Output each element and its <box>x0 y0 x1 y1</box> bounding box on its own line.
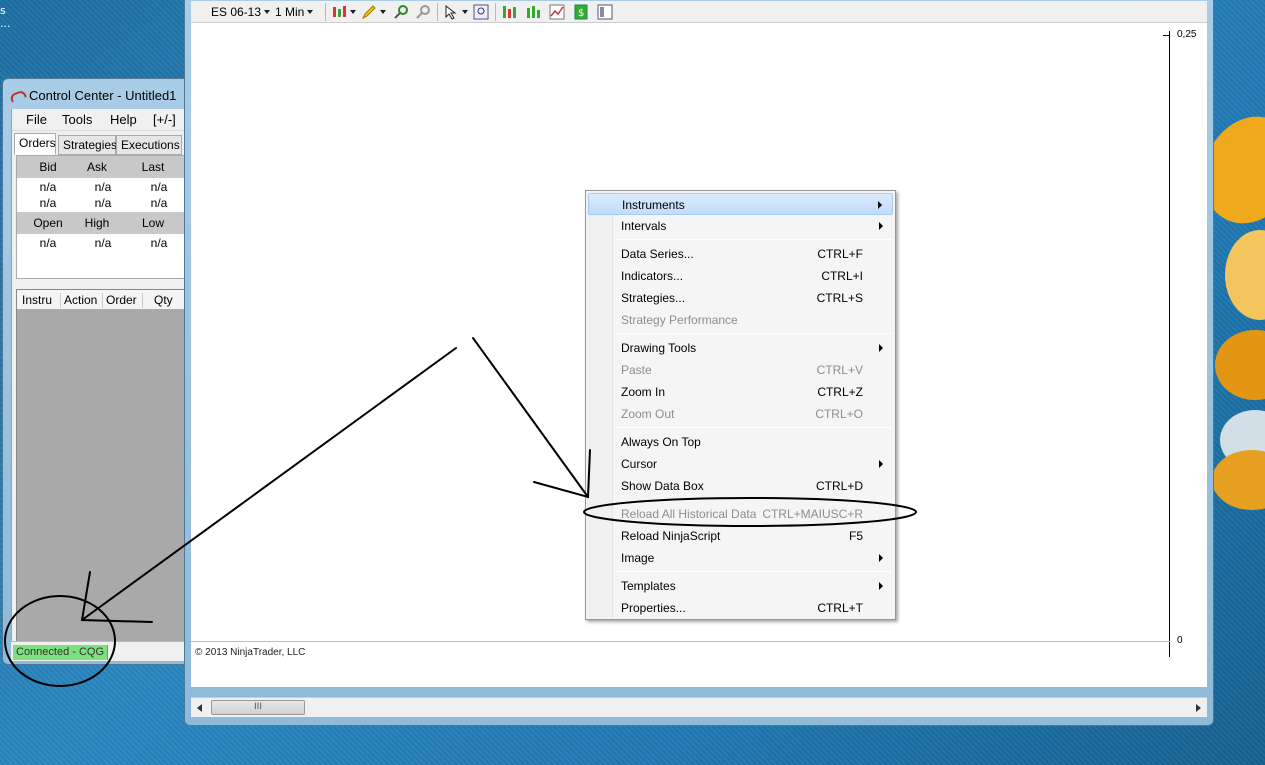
annotation-arrowhead <box>533 449 591 499</box>
annotation-arrow-to-menu <box>472 337 589 498</box>
annotation-arrowhead <box>80 571 153 623</box>
annotation-circle-status <box>4 595 116 687</box>
annotation-circle-menu-item <box>583 497 917 527</box>
hand-drawn-annotations <box>4 337 917 687</box>
annotation-arrow-to-status <box>81 347 457 621</box>
